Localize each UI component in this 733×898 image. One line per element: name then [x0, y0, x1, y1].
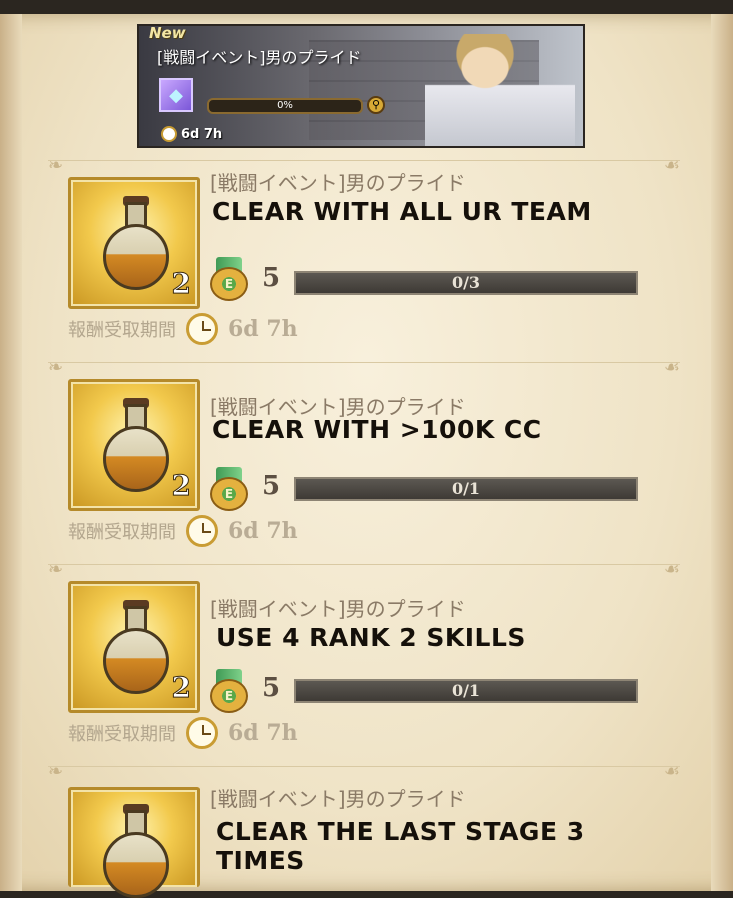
mission-progress-text: 0/1	[451, 681, 481, 700]
banner-timer: 6d 7h	[161, 126, 222, 142]
new-label: New	[149, 24, 186, 42]
ornament-icon: ☙	[663, 357, 680, 378]
banner-character-art	[425, 34, 575, 146]
potion-icon	[103, 600, 169, 694]
reward-period: 報酬受取期間 6d 7h	[68, 515, 298, 547]
reward-period-label: 報酬受取期間	[68, 320, 176, 341]
mission-progress-bar: 0/3	[294, 271, 638, 295]
banner-progress-text: 0%	[277, 100, 293, 111]
ornament-icon: ❧	[48, 155, 64, 176]
reward-item-potion[interactable]: 2	[68, 379, 200, 511]
clock-icon	[161, 126, 177, 142]
banner-title: [戦闘イベント]男のプライド	[157, 48, 362, 67]
ornament-icon: ☙	[663, 761, 680, 782]
mission-points: 5	[262, 471, 281, 501]
reward-quantity: 2	[171, 671, 192, 705]
reward-period-label: 報酬受取期間	[68, 724, 176, 745]
reward-item-potion[interactable]	[68, 787, 200, 898]
mission-title: Clear with all UR team	[212, 197, 592, 226]
reward-period-time: 6d 7h	[228, 720, 298, 746]
medal-icon: E	[206, 669, 252, 715]
mission-card[interactable]: ❧ ☙ 2 [戦闘イベント]男のプライド Use 4 rank 2 skills…	[48, 559, 680, 765]
medal-icon: E	[206, 467, 252, 513]
potion-icon	[103, 398, 169, 492]
mission-title: Clear the last stage 3 times	[216, 817, 585, 875]
ornament-icon: ❧	[48, 761, 64, 782]
banner-progress-bar: 0%	[207, 98, 363, 114]
mission-progress-bar: 0/1	[294, 477, 638, 501]
ornament-icon: ☙	[663, 559, 680, 580]
reward-item-potion[interactable]: 2	[68, 581, 200, 713]
mission-points: 5	[262, 673, 281, 703]
ornament-icon: ☙	[663, 155, 680, 176]
mission-event-name: [戦闘イベント]男のプライド	[210, 171, 466, 195]
mission-card[interactable]: ❧ ☙ [戦闘イベント]男のプライド Clear the last stage …	[48, 761, 680, 898]
mission-event-name: [戦闘イベント]男のプライド	[210, 597, 466, 621]
mission-progress-bar: 0/1	[294, 679, 638, 703]
mission-title: Clear with >100k CC	[212, 415, 542, 444]
mission-event-name: [戦闘イベント]男のプライド	[210, 787, 466, 811]
reward-quantity: 2	[171, 267, 192, 301]
mission-title: Use 4 rank 2 skills	[216, 623, 526, 652]
reward-period-time: 6d 7h	[228, 316, 298, 342]
ornament-icon: ❧	[48, 559, 64, 580]
mission-card[interactable]: ❧ ☙ 2 [戦闘イベント]男のプライド Clear with >100k CC…	[48, 357, 680, 563]
stopwatch-icon	[186, 515, 218, 547]
mission-progress-text: 0/1	[451, 479, 481, 498]
reward-period: 報酬受取期間 6d 7h	[68, 717, 298, 749]
mission-points: 5	[262, 263, 281, 293]
stopwatch-icon	[186, 313, 218, 345]
potion-icon	[103, 804, 169, 898]
banner-timer-text: 6d 7h	[181, 126, 223, 142]
reward-period: 報酬受取期間 6d 7h	[68, 313, 298, 345]
mission-progress-text: 0/3	[451, 273, 481, 292]
gem-icon: ◆	[159, 78, 193, 112]
reward-quantity: 2	[171, 469, 192, 503]
medal-icon: E	[206, 257, 252, 303]
potion-icon	[103, 196, 169, 290]
magnifier-icon[interactable]: ⚲	[367, 96, 385, 114]
ornament-icon: ❧	[48, 357, 64, 378]
reward-period-label: 報酬受取期間	[68, 522, 176, 543]
reward-item-potion[interactable]: 2	[68, 177, 200, 309]
stopwatch-icon	[186, 717, 218, 749]
event-banner[interactable]: New [戦闘イベント]男のプライド ◆ 0% ⚲ 6d 7h	[137, 24, 585, 148]
reward-period-time: 6d 7h	[228, 518, 298, 544]
mission-card[interactable]: ❧ ☙ 2 [戦闘イベント]男のプライド Clear with all UR t…	[48, 155, 680, 361]
